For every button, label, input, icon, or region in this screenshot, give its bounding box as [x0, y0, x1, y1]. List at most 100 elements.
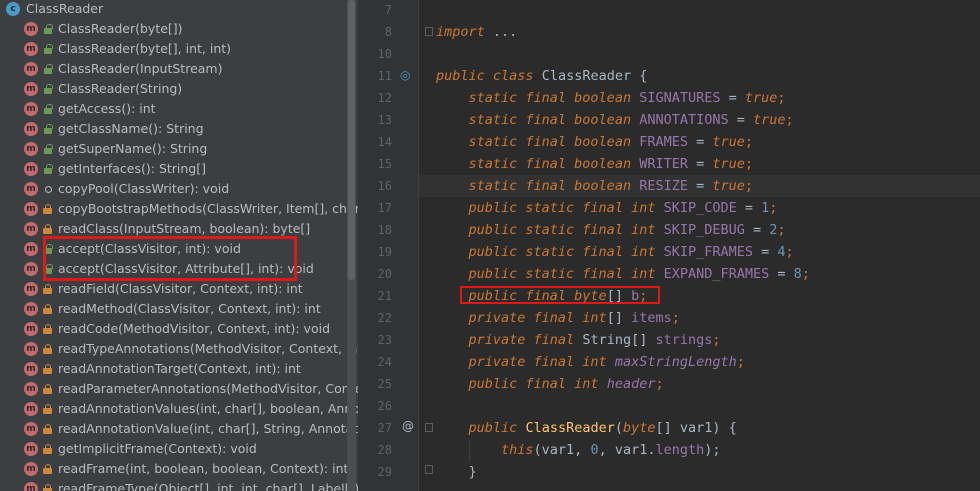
method-icon: m [24, 22, 38, 36]
fold-marker-icon[interactable] [425, 27, 433, 36]
code-line[interactable]: this(var1, 0, var1.length); [436, 439, 721, 461]
code-token: public static final int [468, 222, 656, 238]
code-line[interactable]: public static final int EXPAND_FRAMES = … [436, 263, 810, 285]
tree-item-label: copyBootstrapMethods(ClassWriter, Item[]… [58, 201, 358, 216]
code-token: ; [655, 376, 664, 392]
tree-item-label: readCode(MethodVisitor, Context, int): v… [58, 321, 331, 336]
code-line[interactable]: public static final int SKIP_DEBUG = 2; [436, 219, 786, 241]
method-icon: m [24, 442, 38, 456]
private-visibility-icon [43, 404, 52, 414]
tree-item-label: ClassReader(byte[], int, int) [58, 41, 232, 56]
method-icon: m [24, 122, 38, 136]
method-icon: m [24, 262, 38, 276]
code-token: ; [736, 354, 745, 370]
method-icon: m [24, 342, 38, 356]
highlight-box-byte-field [460, 286, 660, 304]
code-token: EXPAND_FRAMES [655, 266, 770, 282]
code-line[interactable]: public static final int SKIP_FRAMES = 4; [436, 241, 794, 263]
line-number: 10 [377, 47, 392, 61]
code-token: [] [606, 310, 632, 326]
code-line[interactable]: static final boolean RESIZE = true; [436, 175, 754, 197]
fold-marker-icon[interactable] [425, 423, 433, 432]
line-number: 19 [377, 245, 392, 259]
code-token: ; [744, 178, 754, 194]
code-token: SKIP_FRAMES [655, 244, 753, 260]
code-token: SKIP_DEBUG [655, 222, 745, 238]
code-line[interactable]: private final int[] items; [436, 307, 680, 329]
code-token: true [744, 90, 778, 106]
code-token: = [744, 222, 770, 238]
line-number: 13 [377, 113, 392, 127]
code-token: } [436, 464, 477, 480]
code-token: FRAMES [631, 134, 688, 150]
code-line[interactable]: public ClassReader(byte[] var1) { [436, 417, 737, 439]
tree-item-label: readMethod(ClassVisitor, Context, int): … [58, 301, 321, 316]
structure-scrollbar-thumb[interactable] [348, 0, 355, 280]
code-token: public static final int [468, 244, 656, 260]
code-token: ; [712, 332, 721, 348]
tree-item-label: getInterfaces(): String[] [58, 161, 206, 176]
method-icon: m [24, 282, 38, 296]
code-line[interactable]: static final boolean ANNOTATIONS = true; [436, 109, 794, 131]
code-line[interactable]: static final boolean WRITER = true; [436, 153, 754, 175]
code-line[interactable]: static final boolean FRAMES = true; [436, 131, 754, 153]
code-line[interactable]: static final boolean SIGNATURES = true; [436, 87, 786, 109]
line-number: 11 [377, 69, 392, 83]
method-icon: m [24, 42, 38, 56]
code-token: static final boolean [468, 178, 632, 194]
code-token: ; [785, 112, 794, 128]
code-token: ; [744, 134, 754, 150]
method-icon: m [24, 322, 38, 336]
code-line[interactable]: import ... [436, 21, 517, 43]
code-token: public static final int [468, 200, 656, 216]
code-token: byte [622, 420, 656, 436]
private-visibility-icon [43, 324, 52, 334]
code-token: header [598, 376, 656, 392]
method-icon: m [24, 62, 38, 76]
tree-item-label: ClassReader(InputStream) [58, 61, 223, 76]
fold-marker-icon[interactable] [425, 465, 433, 474]
code-token: ClassReader [525, 420, 615, 436]
public-visibility-icon [43, 164, 53, 174]
line-number: 21 [377, 289, 392, 303]
code-token: ; [769, 200, 778, 216]
annotation-marker-icon[interactable]: @ [402, 419, 414, 433]
code-token: public final int [468, 376, 599, 392]
method-icon: m [24, 462, 38, 476]
code-line[interactable]: } [436, 461, 477, 483]
code-editor[interactable]: 7 8 10 11 12 13 14 15 16 17 18 19 20 21 22 23 24 25 26 27 28… [358, 0, 980, 491]
code-token: ; [744, 156, 754, 172]
public-visibility-icon [43, 104, 53, 114]
code-line[interactable]: public static final int SKIP_CODE = 1; [436, 197, 778, 219]
tree-item-label: readFrame(int, boolean, boolean, Context… [58, 461, 349, 476]
code-token: length [655, 442, 705, 458]
code-token: ClassReader { [533, 68, 648, 84]
tree-item-label: getImplicitFrame(Context): void [58, 441, 257, 456]
line-number: 7 [384, 3, 392, 17]
code-line[interactable]: private final String[] strings; [436, 329, 721, 351]
line-number: 14 [377, 135, 392, 149]
code-line[interactable]: private final int maxStringLength; [436, 351, 745, 373]
code-token: = [687, 134, 713, 150]
line-number: 8 [384, 25, 392, 39]
private-visibility-icon [43, 304, 52, 314]
line-number: 25 [377, 377, 392, 391]
code-token: import [436, 24, 485, 40]
code-line[interactable]: public final int header; [436, 373, 664, 395]
public-visibility-icon [43, 84, 53, 94]
code-token: = [769, 266, 794, 282]
code-token: static final boolean [468, 134, 632, 150]
private-visibility-icon [43, 484, 52, 491]
code-line[interactable]: public class ClassReader { [436, 65, 647, 87]
method-icon: m [24, 422, 38, 436]
highlight-box-accept-methods [43, 236, 297, 281]
implementation-icon[interactable]: ◎ [400, 68, 410, 82]
method-icon: m [24, 302, 38, 316]
tree-item-label: ClassReader(byte[]) [58, 21, 183, 36]
public-visibility-icon [43, 24, 53, 34]
public-visibility-icon [43, 124, 53, 134]
